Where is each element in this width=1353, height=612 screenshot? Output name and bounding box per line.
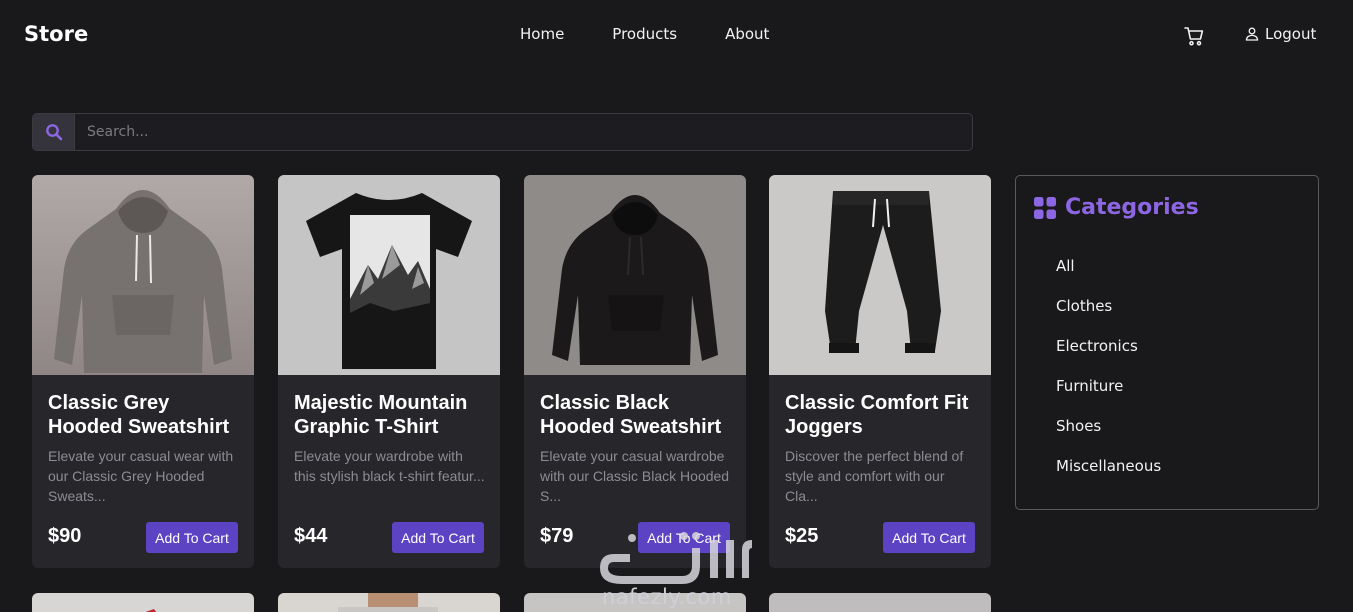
category-item-shoes[interactable]: Shoes [1056,416,1161,456]
category-item-electronics[interactable]: Electronics [1056,336,1161,376]
product-card[interactable]: Classic Black Hooded Sweatshirt Elevate … [524,175,746,568]
product-price: $44 [294,525,328,547]
logout-label: Logout [1265,25,1317,43]
logout-button[interactable]: Logout [1245,25,1316,43]
product-image [32,175,254,375]
product-image [769,175,991,375]
grid-icon [1034,196,1056,219]
user-icon [1245,27,1259,41]
categories-panel: Categories All Clothes Electronics Furni… [1015,175,1319,510]
cart-icon [1184,27,1204,46]
nav-home[interactable]: Home [496,25,588,43]
product-title[interactable]: Classic Comfort Fit Joggers [785,391,985,439]
product-title[interactable]: Classic Grey Hooded Sweatshirt [48,391,248,439]
product-title[interactable]: Majestic Mountain Graphic T-Shirt [294,391,494,439]
category-item-furniture[interactable]: Furniture [1056,376,1161,416]
product-card[interactable]: Majestic Mountain Graphic T-Shirt Elevat… [278,175,500,568]
search-input[interactable] [75,114,972,150]
search-icon [45,124,62,141]
product-image [278,175,500,375]
product-card[interactable]: Classic Comfort Fit Joggers Discover the… [769,175,991,568]
product-image [145,609,157,612]
product-card-partial[interactable] [32,593,254,612]
product-price: $25 [785,525,819,547]
add-to-cart-button[interactable]: Add To Cart [392,522,484,553]
product-image [524,175,746,375]
search-bar [32,113,973,151]
brand-logo[interactable]: Store [24,22,88,46]
product-description: Elevate your casual wardrobe with our Cl… [540,448,730,504]
category-item-all[interactable]: All [1056,256,1161,296]
search-button[interactable] [33,114,75,150]
nav-about[interactable]: About [701,25,793,43]
product-card[interactable]: Classic Grey Hooded Sweatshirt Elevate y… [32,175,254,568]
navbar: Store Home Products About Logout [0,0,1353,70]
product-card-partial[interactable] [769,593,991,612]
product-description: Elevate your wardrobe with this stylish … [294,448,485,484]
add-to-cart-button[interactable]: Add To Cart [883,522,975,553]
product-card-partial[interactable] [278,593,500,612]
categories-title: Categories [1065,195,1199,220]
category-list: All Clothes Electronics Furniture Shoes … [1056,256,1161,496]
category-item-miscellaneous[interactable]: Miscellaneous [1056,456,1161,496]
add-to-cart-button[interactable]: Add To Cart [146,522,238,553]
product-description: Elevate your casual wear with our Classi… [48,448,234,504]
product-title[interactable]: Classic Black Hooded Sweatshirt [540,391,740,439]
product-price: $90 [48,525,82,547]
categories-header: Categories [1034,195,1199,220]
nav-products[interactable]: Products [588,25,701,43]
product-price: $79 [540,525,574,547]
watermark-text: nafezly.com [602,585,732,609]
cart-button[interactable] [1183,25,1205,47]
main-nav: Home Products About [496,25,793,43]
product-image [338,593,438,612]
product-description: Discover the perfect blend of style and … [785,448,964,504]
category-item-clothes[interactable]: Clothes [1056,296,1161,336]
